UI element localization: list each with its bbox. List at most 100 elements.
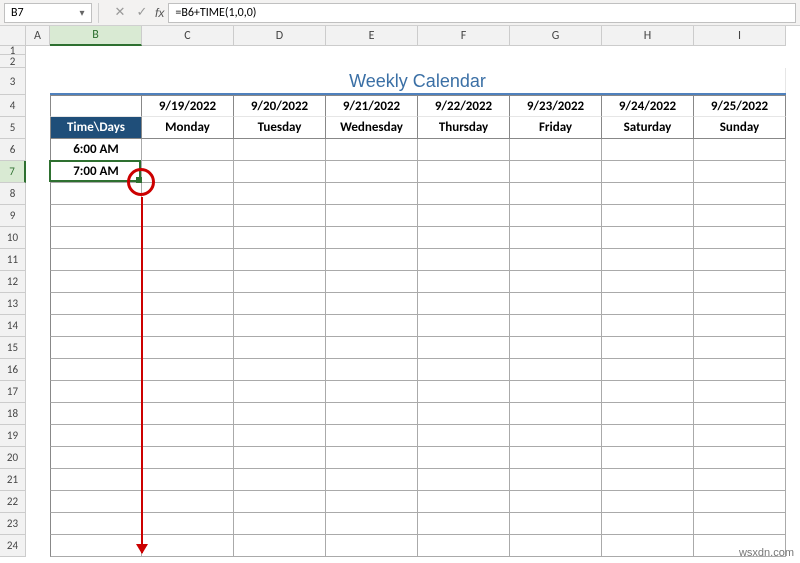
data-cell-E7[interactable] bbox=[326, 161, 418, 183]
data-cell-C13[interactable] bbox=[142, 293, 234, 315]
row-header-5[interactable]: 5 bbox=[0, 117, 26, 139]
data-cell-D7[interactable] bbox=[234, 161, 326, 183]
data-cell-G21[interactable] bbox=[510, 469, 602, 491]
data-cell-G7[interactable] bbox=[510, 161, 602, 183]
data-cell-D8[interactable] bbox=[234, 183, 326, 205]
data-cell-I9[interactable] bbox=[694, 205, 786, 227]
data-cell-I16[interactable] bbox=[694, 359, 786, 381]
row-header-11[interactable]: 11 bbox=[0, 249, 26, 271]
data-cell-I8[interactable] bbox=[694, 183, 786, 205]
data-cell-I6[interactable] bbox=[694, 139, 786, 161]
data-cell-G22[interactable] bbox=[510, 491, 602, 513]
data-cell-F17[interactable] bbox=[418, 381, 510, 403]
data-cell-E12[interactable] bbox=[326, 271, 418, 293]
data-cell-D12[interactable] bbox=[234, 271, 326, 293]
row-header-8[interactable]: 8 bbox=[0, 183, 26, 205]
data-cell-D10[interactable] bbox=[234, 227, 326, 249]
data-cell-G14[interactable] bbox=[510, 315, 602, 337]
col-header-E[interactable]: E bbox=[326, 26, 418, 46]
data-cell-C24[interactable] bbox=[142, 535, 234, 557]
data-cell-E10[interactable] bbox=[326, 227, 418, 249]
row-header-20[interactable]: 20 bbox=[0, 447, 26, 469]
time-cell-8[interactable] bbox=[50, 183, 142, 205]
time-cell-6[interactable]: 6:00 AM bbox=[50, 139, 142, 161]
data-cell-C18[interactable] bbox=[142, 403, 234, 425]
commit-icon[interactable]: ✓ bbox=[135, 5, 149, 20]
data-cell-G23[interactable] bbox=[510, 513, 602, 535]
data-cell-G17[interactable] bbox=[510, 381, 602, 403]
data-cell-H18[interactable] bbox=[602, 403, 694, 425]
row-header-22[interactable]: 22 bbox=[0, 491, 26, 513]
data-cell-G24[interactable] bbox=[510, 535, 602, 557]
data-cell-E22[interactable] bbox=[326, 491, 418, 513]
data-cell-E6[interactable] bbox=[326, 139, 418, 161]
formula-input[interactable]: =B6+TIME(1,0,0) bbox=[168, 3, 796, 23]
row-header-12[interactable]: 12 bbox=[0, 271, 26, 293]
time-cell-19[interactable] bbox=[50, 425, 142, 447]
data-cell-E8[interactable] bbox=[326, 183, 418, 205]
time-cell-12[interactable] bbox=[50, 271, 142, 293]
data-cell-C20[interactable] bbox=[142, 447, 234, 469]
data-cell-C10[interactable] bbox=[142, 227, 234, 249]
data-cell-G12[interactable] bbox=[510, 271, 602, 293]
data-cell-D22[interactable] bbox=[234, 491, 326, 513]
time-cell-15[interactable] bbox=[50, 337, 142, 359]
data-cell-E19[interactable] bbox=[326, 425, 418, 447]
data-cell-G18[interactable] bbox=[510, 403, 602, 425]
data-cell-I19[interactable] bbox=[694, 425, 786, 447]
row-header-16[interactable]: 16 bbox=[0, 359, 26, 381]
row-header-17[interactable]: 17 bbox=[0, 381, 26, 403]
data-cell-C8[interactable] bbox=[142, 183, 234, 205]
data-cell-F9[interactable] bbox=[418, 205, 510, 227]
data-cell-E18[interactable] bbox=[326, 403, 418, 425]
data-cell-E14[interactable] bbox=[326, 315, 418, 337]
data-cell-E23[interactable] bbox=[326, 513, 418, 535]
time-cell-23[interactable] bbox=[50, 513, 142, 535]
data-cell-F23[interactable] bbox=[418, 513, 510, 535]
data-cell-D23[interactable] bbox=[234, 513, 326, 535]
data-cell-E16[interactable] bbox=[326, 359, 418, 381]
data-cell-C22[interactable] bbox=[142, 491, 234, 513]
row-header-21[interactable]: 21 bbox=[0, 469, 26, 491]
data-cell-F6[interactable] bbox=[418, 139, 510, 161]
data-cell-D16[interactable] bbox=[234, 359, 326, 381]
row-header-15[interactable]: 15 bbox=[0, 337, 26, 359]
data-cell-I7[interactable] bbox=[694, 161, 786, 183]
data-cell-D18[interactable] bbox=[234, 403, 326, 425]
row-header-10[interactable]: 10 bbox=[0, 227, 26, 249]
data-cell-F19[interactable] bbox=[418, 425, 510, 447]
data-cell-H14[interactable] bbox=[602, 315, 694, 337]
data-cell-F7[interactable] bbox=[418, 161, 510, 183]
time-cell-14[interactable] bbox=[50, 315, 142, 337]
data-cell-E9[interactable] bbox=[326, 205, 418, 227]
row-header-4[interactable]: 4 bbox=[0, 95, 26, 117]
data-cell-F15[interactable] bbox=[418, 337, 510, 359]
data-cell-I10[interactable] bbox=[694, 227, 786, 249]
data-cell-I14[interactable] bbox=[694, 315, 786, 337]
data-cell-C21[interactable] bbox=[142, 469, 234, 491]
row-header-23[interactable]: 23 bbox=[0, 513, 26, 535]
data-cell-D11[interactable] bbox=[234, 249, 326, 271]
data-cell-H19[interactable] bbox=[602, 425, 694, 447]
data-cell-H10[interactable] bbox=[602, 227, 694, 249]
time-cell-17[interactable] bbox=[50, 381, 142, 403]
data-cell-D9[interactable] bbox=[234, 205, 326, 227]
data-cell-D14[interactable] bbox=[234, 315, 326, 337]
data-cell-C7[interactable] bbox=[142, 161, 234, 183]
row-header-19[interactable]: 19 bbox=[0, 425, 26, 447]
time-cell-7[interactable]: 7:00 AM bbox=[50, 161, 142, 183]
row-header-9[interactable]: 9 bbox=[0, 205, 26, 227]
time-cell-11[interactable] bbox=[50, 249, 142, 271]
time-cell-20[interactable] bbox=[50, 447, 142, 469]
data-cell-H6[interactable] bbox=[602, 139, 694, 161]
data-cell-F12[interactable] bbox=[418, 271, 510, 293]
data-cell-I17[interactable] bbox=[694, 381, 786, 403]
row-header-6[interactable]: 6 bbox=[0, 139, 26, 161]
data-cell-G10[interactable] bbox=[510, 227, 602, 249]
data-cell-C9[interactable] bbox=[142, 205, 234, 227]
data-cell-E15[interactable] bbox=[326, 337, 418, 359]
data-cell-H17[interactable] bbox=[602, 381, 694, 403]
data-cell-C14[interactable] bbox=[142, 315, 234, 337]
data-cell-H9[interactable] bbox=[602, 205, 694, 227]
col-header-H[interactable]: H bbox=[602, 26, 694, 46]
